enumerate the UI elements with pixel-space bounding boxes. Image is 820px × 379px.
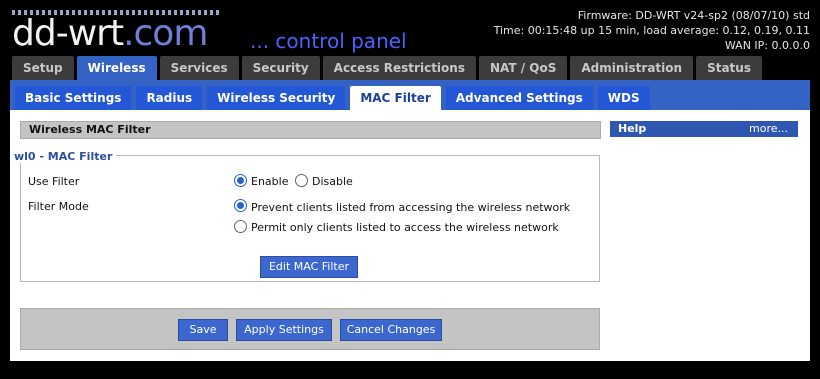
main-nav: Setup Wireless Services Security Access … [12, 56, 762, 80]
sub-nav: Basic Settings Radius Wireless Security … [15, 86, 650, 110]
save-button[interactable]: Save [178, 319, 228, 341]
logo-suffix: .com [123, 13, 208, 54]
content-panel: Wireless MAC Filter wl0 - MAC Filter Use… [10, 110, 810, 361]
logo-text: dd-wrt.com [12, 13, 208, 54]
filter-mode-permit-radio[interactable] [234, 220, 247, 233]
use-filter-label: Use Filter [28, 175, 80, 188]
tab-setup[interactable]: Setup [12, 56, 74, 80]
permit-label: Permit only clients listed to access the… [251, 221, 559, 234]
uptime-info: Time: 00:15:48 up 15 min, load average: … [493, 24, 810, 37]
apply-settings-button[interactable]: Apply Settings [236, 319, 332, 341]
fieldset-legend: wl0 - MAC Filter [14, 150, 117, 163]
section-header: Wireless MAC Filter [20, 121, 601, 139]
prevent-label: Prevent clients listed from accessing th… [251, 201, 571, 214]
tab-administration[interactable]: Administration [570, 56, 694, 80]
tagline: ... control panel [250, 29, 407, 53]
subtab-advanced-settings[interactable]: Advanced Settings [445, 86, 593, 110]
help-more-link[interactable]: more... [749, 122, 788, 135]
disable-label: Disable [312, 175, 353, 188]
logo-main: dd-wrt [12, 13, 124, 54]
tab-services[interactable]: Services [159, 56, 239, 80]
tab-status[interactable]: Status [696, 56, 762, 80]
firmware-info: Firmware: DD-WRT v24-sp2 (08/07/10) std [577, 9, 810, 22]
subtab-mac-filter[interactable]: MAC Filter [350, 86, 441, 110]
filter-mode-prevent-radio[interactable] [234, 199, 247, 212]
subtab-wds[interactable]: WDS [597, 86, 650, 110]
section-title: Wireless MAC Filter [29, 123, 151, 136]
cancel-changes-button[interactable]: Cancel Changes [340, 319, 442, 341]
subtab-radius[interactable]: Radius [136, 86, 203, 110]
tab-security[interactable]: Security [241, 56, 320, 80]
filter-mode-label: Filter Mode [28, 200, 89, 213]
wan-ip-info: WAN IP: 0.0.0.0 [724, 39, 810, 52]
use-filter-disable-radio[interactable] [295, 174, 308, 187]
edit-mac-filter-list-button[interactable]: Edit MAC Filter List [260, 256, 358, 293]
subtab-wireless-security[interactable]: Wireless Security [207, 86, 346, 110]
enable-label: Enable [251, 175, 289, 188]
tab-access-restrictions[interactable]: Access Restrictions [322, 56, 476, 80]
tab-nat-qos[interactable]: NAT / QoS [478, 56, 568, 80]
tab-wireless[interactable]: Wireless [76, 56, 157, 80]
help-header: Help more... [610, 121, 798, 137]
router-status: Firmware: DD-WRT v24-sp2 (08/07/10) std … [494, 8, 810, 53]
use-filter-enable-radio[interactable] [234, 174, 247, 187]
help-title: Help [618, 122, 647, 135]
subtab-basic-settings[interactable]: Basic Settings [15, 86, 132, 110]
